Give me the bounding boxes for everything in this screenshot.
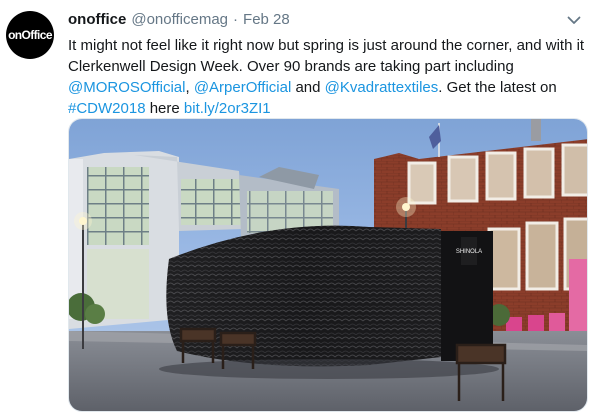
display-name[interactable]: onoffice <box>68 11 126 28</box>
separator-dot: · <box>233 11 239 28</box>
tweet-photo[interactable]: SHINOLA <box>68 118 588 412</box>
tweet-text-part2: . Get the latest on <box>438 79 557 96</box>
avatar[interactable]: onOffice <box>6 11 54 59</box>
avatar-logo-text: onOffice <box>8 28 52 42</box>
short-url-link[interactable]: bit.ly/2or3ZI1 <box>184 100 271 117</box>
kiosk-sign-text: SHINOLA <box>456 249 482 255</box>
mention-moroso[interactable]: @MOROSOfficial <box>68 79 185 96</box>
hashtag-link[interactable]: #CDW2018 <box>68 100 146 117</box>
and-text: and <box>291 79 325 96</box>
user-handle[interactable]: @onofficemag <box>131 11 228 28</box>
mention-kvadrat[interactable]: @Kvadrattextiles <box>325 79 439 96</box>
chevron-down-icon[interactable] <box>566 12 582 28</box>
mention-arper[interactable]: @ArperOfficial <box>194 79 291 96</box>
comma-separator: , <box>185 79 194 96</box>
tweet-card[interactable]: onOffice onoffice @onofficemag · Feb 28 … <box>0 0 596 420</box>
timestamp[interactable]: Feb 28 <box>243 11 290 28</box>
tweet-header: onoffice @onofficemag · Feb 28 <box>68 11 290 31</box>
pavilion-photo: SHINOLA <box>69 119 587 411</box>
tweet-text-part1: It might not feel like it right now but … <box>68 37 585 75</box>
tweet-text: It might not feel like it right now but … <box>68 35 588 119</box>
here-text: here <box>145 100 184 117</box>
